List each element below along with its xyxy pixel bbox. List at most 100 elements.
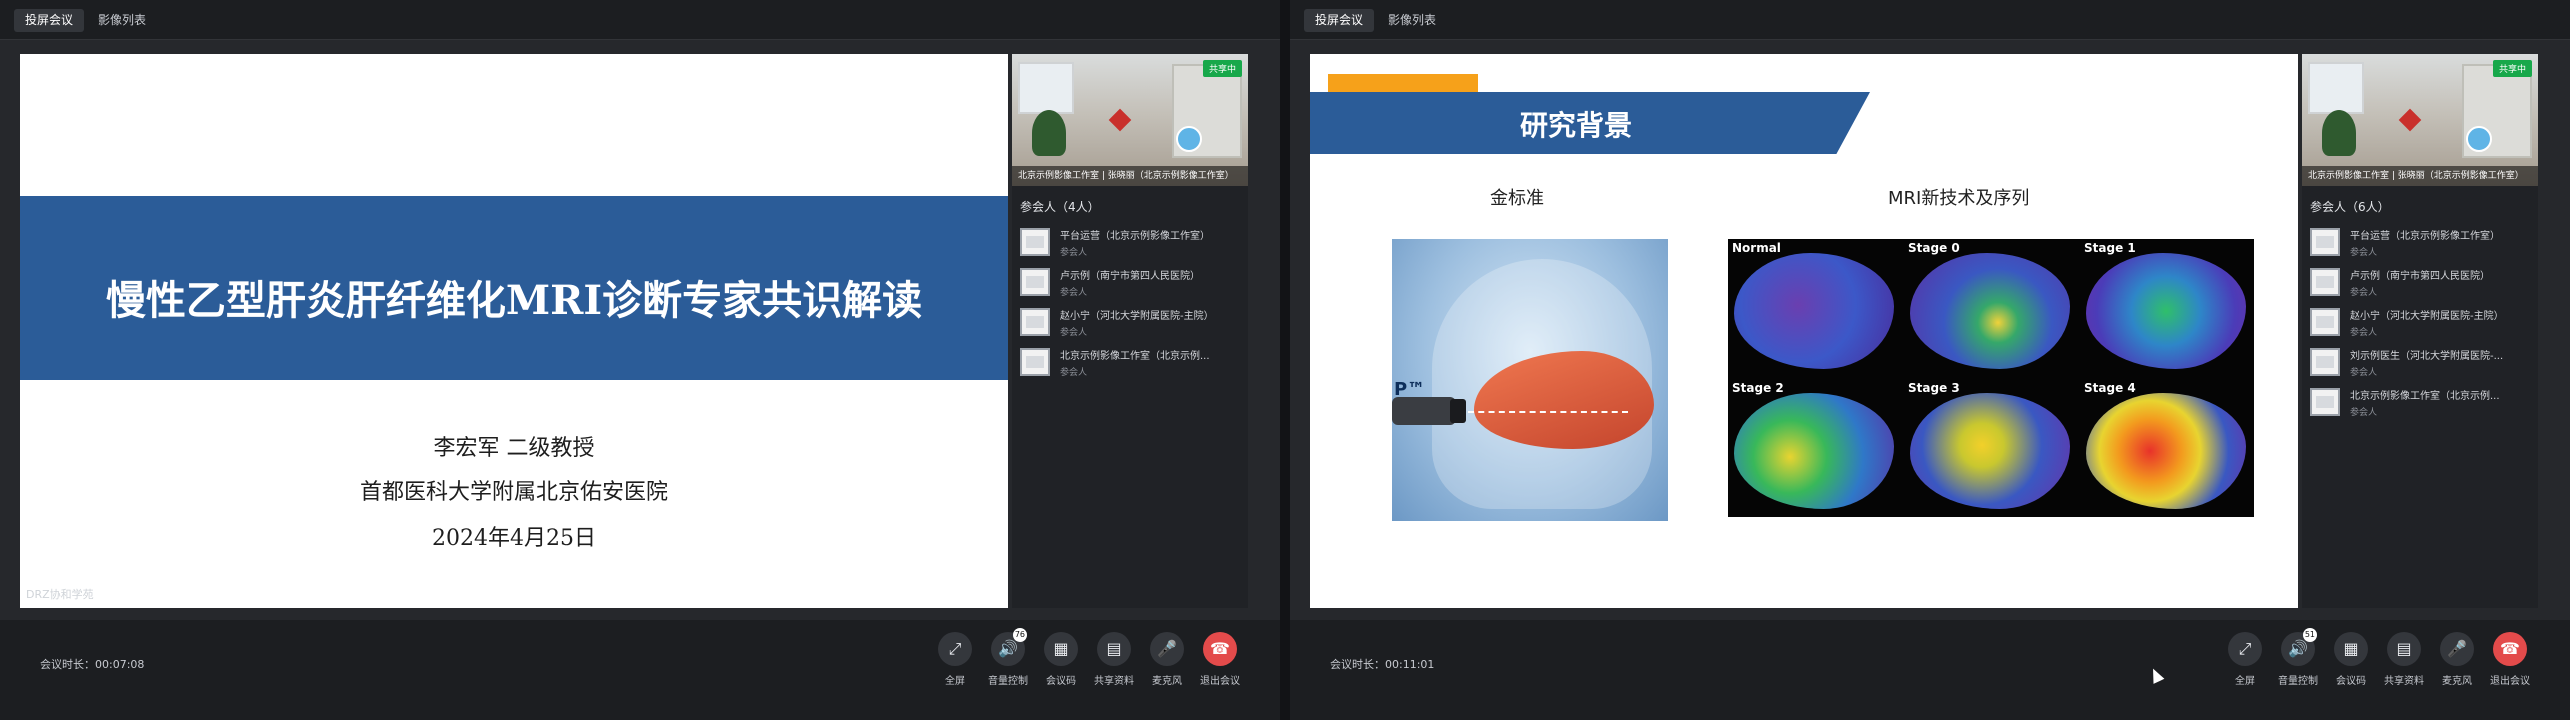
participant-name: 赵小宁（河北大学附属医院-主院）	[2350, 311, 2504, 322]
participant-role: 参会人	[1060, 328, 1088, 338]
control-label: 音量控制	[988, 676, 1028, 687]
speaker-video[interactable]: 共享中 北京示例影像工作室 | 张晓丽（北京示例影像工作室）	[2302, 54, 2538, 186]
fullscreen-icon[interactable]: ⤢	[938, 632, 972, 666]
participant-item[interactable]: 北京示例影像工作室（北京示例... 参会人	[1020, 342, 1244, 382]
participant-avatar-icon	[2310, 228, 2340, 256]
participant-item[interactable]: 赵小宁（河北大学附属医院-主院） 参会人	[1020, 302, 1244, 342]
mri-cell: Stage 1	[2080, 239, 2252, 375]
qrcode-button[interactable]: ▦ 会议码	[2326, 632, 2376, 702]
slide-watermark: DRZ协和学苑	[26, 588, 94, 601]
participant-avatar-icon	[2310, 268, 2340, 296]
participant-item[interactable]: 平台运营（北京示例影像工作室） 参会人	[1020, 222, 1244, 262]
hangup-icon[interactable]: ☎	[1203, 632, 1237, 666]
participant-item[interactable]: 卢示例（南宁市第四人民医院） 参会人	[1020, 262, 1244, 302]
mri-scan-image	[2086, 393, 2246, 509]
control-label: 麦克风	[1152, 676, 1182, 687]
participant-avatar-icon	[2310, 388, 2340, 416]
microphone-icon[interactable]: 🎤	[2440, 632, 2474, 666]
speaker-video[interactable]: 共享中 北京示例影像工作室 | 张晓丽（北京示例影像工作室）	[1012, 54, 1248, 186]
control-label: 退出会议	[2490, 676, 2530, 687]
video-plant-shape	[2322, 110, 2356, 156]
video-plant-shape	[1032, 110, 1066, 156]
fullscreen-icon[interactable]: ⤢	[2228, 632, 2262, 666]
stage-label: Stage 1	[2084, 241, 2136, 255]
microphone-button[interactable]: 🎤 麦克风	[2432, 632, 2482, 702]
elastography-illustration: P™	[1392, 239, 1668, 521]
qrcode-button[interactable]: ▦ 会议码	[1036, 632, 1086, 702]
microphone-button[interactable]: 🎤 麦克风	[1142, 632, 1192, 702]
slide-author: 李宏军 二级教授	[433, 436, 595, 461]
fullscreen-button[interactable]: ⤢ 全屏	[2220, 632, 2270, 702]
shared-slide: 研究背景 金标准 MRI新技术及序列 P™ Normal Stage 0 Sta…	[1310, 54, 2298, 608]
tab-screen-meeting[interactable]: 投屏会议	[14, 9, 84, 32]
video-red-ornament	[1108, 108, 1132, 132]
video-red-ornament	[2398, 108, 2422, 132]
speaker-avatar	[2466, 126, 2492, 152]
speaker-avatar	[1176, 126, 1202, 152]
participant-name: 赵小宁（河北大学附属医院-主院）	[1060, 311, 1214, 322]
speaker-button[interactable]: 🔊 51 音量控制	[2273, 628, 2323, 702]
mri-scan-image	[1734, 393, 1894, 509]
control-label: 共享资料	[2384, 676, 2424, 687]
mri-cell: Stage 0	[1904, 239, 2076, 375]
participant-role: 参会人	[2350, 368, 2378, 378]
participant-name: 卢示例（南宁市第四人民医院）	[1060, 271, 1200, 282]
mri-cell: Stage 2	[1728, 379, 1900, 515]
participant-item[interactable]: 卢示例（南宁市第四人民医院） 参会人	[2310, 262, 2534, 302]
participant-role: 参会人	[1060, 368, 1088, 378]
slide-title: 慢性乙型肝炎肝纤维化MRI诊断专家共识解读	[105, 277, 923, 324]
participant-item[interactable]: 平台运营（北京示例影像工作室） 参会人	[2310, 222, 2534, 262]
participant-item[interactable]: 北京示例影像工作室（北京示例... 参会人	[2310, 382, 2534, 422]
fullscreen-button[interactable]: ⤢ 全屏	[930, 632, 980, 702]
control-label: 退出会议	[1200, 676, 1240, 687]
video-window-shape	[1018, 62, 1074, 114]
participant-name: 卢示例（南宁市第四人民医院）	[2350, 271, 2490, 282]
participants-title: 参会人（6人）	[2310, 200, 2390, 214]
document-icon[interactable]: ▤	[1097, 632, 1131, 666]
meeting-duration: 会议时长：00:07:08	[40, 658, 145, 671]
hangup-button[interactable]: ☎ 退出会议	[1195, 632, 1245, 702]
mri-cell: Stage 3	[1904, 379, 2076, 515]
video-caption: 北京示例影像工作室 | 张晓丽（北京示例影像工作室）	[1012, 166, 1248, 186]
document-button[interactable]: ▤ 共享资料	[2379, 632, 2429, 702]
control-label: 共享资料	[1094, 676, 1134, 687]
qrcode-icon[interactable]: ▦	[2334, 632, 2368, 666]
stage-label: Stage 2	[1732, 381, 1784, 395]
participant-avatar-icon	[2310, 308, 2340, 336]
speaker-button[interactable]: 🔊 76 音量控制	[983, 628, 1033, 702]
probe-tip-shape	[1450, 399, 1466, 423]
tab-image-list[interactable]: 影像列表	[1376, 9, 1448, 32]
gold-standard-label: 金标准	[1490, 188, 1544, 209]
bottom-control-bar: 会议时长：00:11:01 ⤢ 全屏 🔊 51 音量控制 ▦ 会议码 ▤ 共享资料 🎤 麦克风 ☎ 退出…	[1290, 620, 2570, 720]
meeting-duration: 会议时长：00:11:01	[1330, 658, 1435, 671]
meeting-window-left: 投屏会议 影像列表 慢性乙型肝炎肝纤维化MRI诊断专家共识解读 李宏军 二级教授…	[0, 0, 1280, 720]
volume-badge: 76	[1012, 628, 1027, 642]
stage-label: Normal	[1732, 241, 1781, 255]
mri-cell: Normal	[1728, 239, 1900, 375]
hangup-icon[interactable]: ☎	[2493, 632, 2527, 666]
participant-avatar-icon	[1020, 348, 1050, 376]
bottom-control-bar: 会议时长：00:07:08 ⤢ 全屏 🔊 76 音量控制 ▦ 会议码 ▤ 共享资料 🎤 麦克风 ☎ 退出…	[0, 620, 1280, 720]
control-label: 全屏	[2235, 676, 2255, 687]
microphone-icon[interactable]: 🎤	[1150, 632, 1184, 666]
document-icon[interactable]: ▤	[2387, 632, 2421, 666]
stage-label: Stage 0	[1908, 241, 1960, 255]
speaker-icon[interactable]: 🔊 51	[2281, 628, 2317, 666]
mri-stage-grid: Normal Stage 0 Stage 1 Stage 2 Stage 3 S…	[1728, 239, 2254, 517]
participant-role: 参会人	[2350, 248, 2378, 258]
document-button[interactable]: ▤ 共享资料	[1089, 632, 1139, 702]
mri-scan-image	[2086, 253, 2246, 369]
hangup-button[interactable]: ☎ 退出会议	[2485, 632, 2535, 702]
participant-item[interactable]: 刘示例医生（河北大学附属医院-... 参会人	[2310, 342, 2534, 382]
tab-image-list[interactable]: 影像列表	[86, 9, 158, 32]
top-tab-bar: 投屏会议 影像列表	[0, 0, 1280, 40]
shared-slide: 慢性乙型肝炎肝纤维化MRI诊断专家共识解读 李宏军 二级教授 首都医科大学附属北…	[20, 54, 1008, 608]
tab-screen-meeting[interactable]: 投屏会议	[1304, 9, 1374, 32]
participant-item[interactable]: 赵小宁（河北大学附属医院-主院） 参会人	[2310, 302, 2534, 342]
speaker-icon[interactable]: 🔊 76	[991, 628, 1027, 666]
participant-role: 参会人	[1060, 288, 1088, 298]
video-window-shape	[2308, 62, 2364, 114]
top-tab-bar: 投屏会议 影像列表	[1290, 0, 2570, 40]
qrcode-icon[interactable]: ▦	[1044, 632, 1078, 666]
mri-scan-image	[1734, 253, 1894, 369]
